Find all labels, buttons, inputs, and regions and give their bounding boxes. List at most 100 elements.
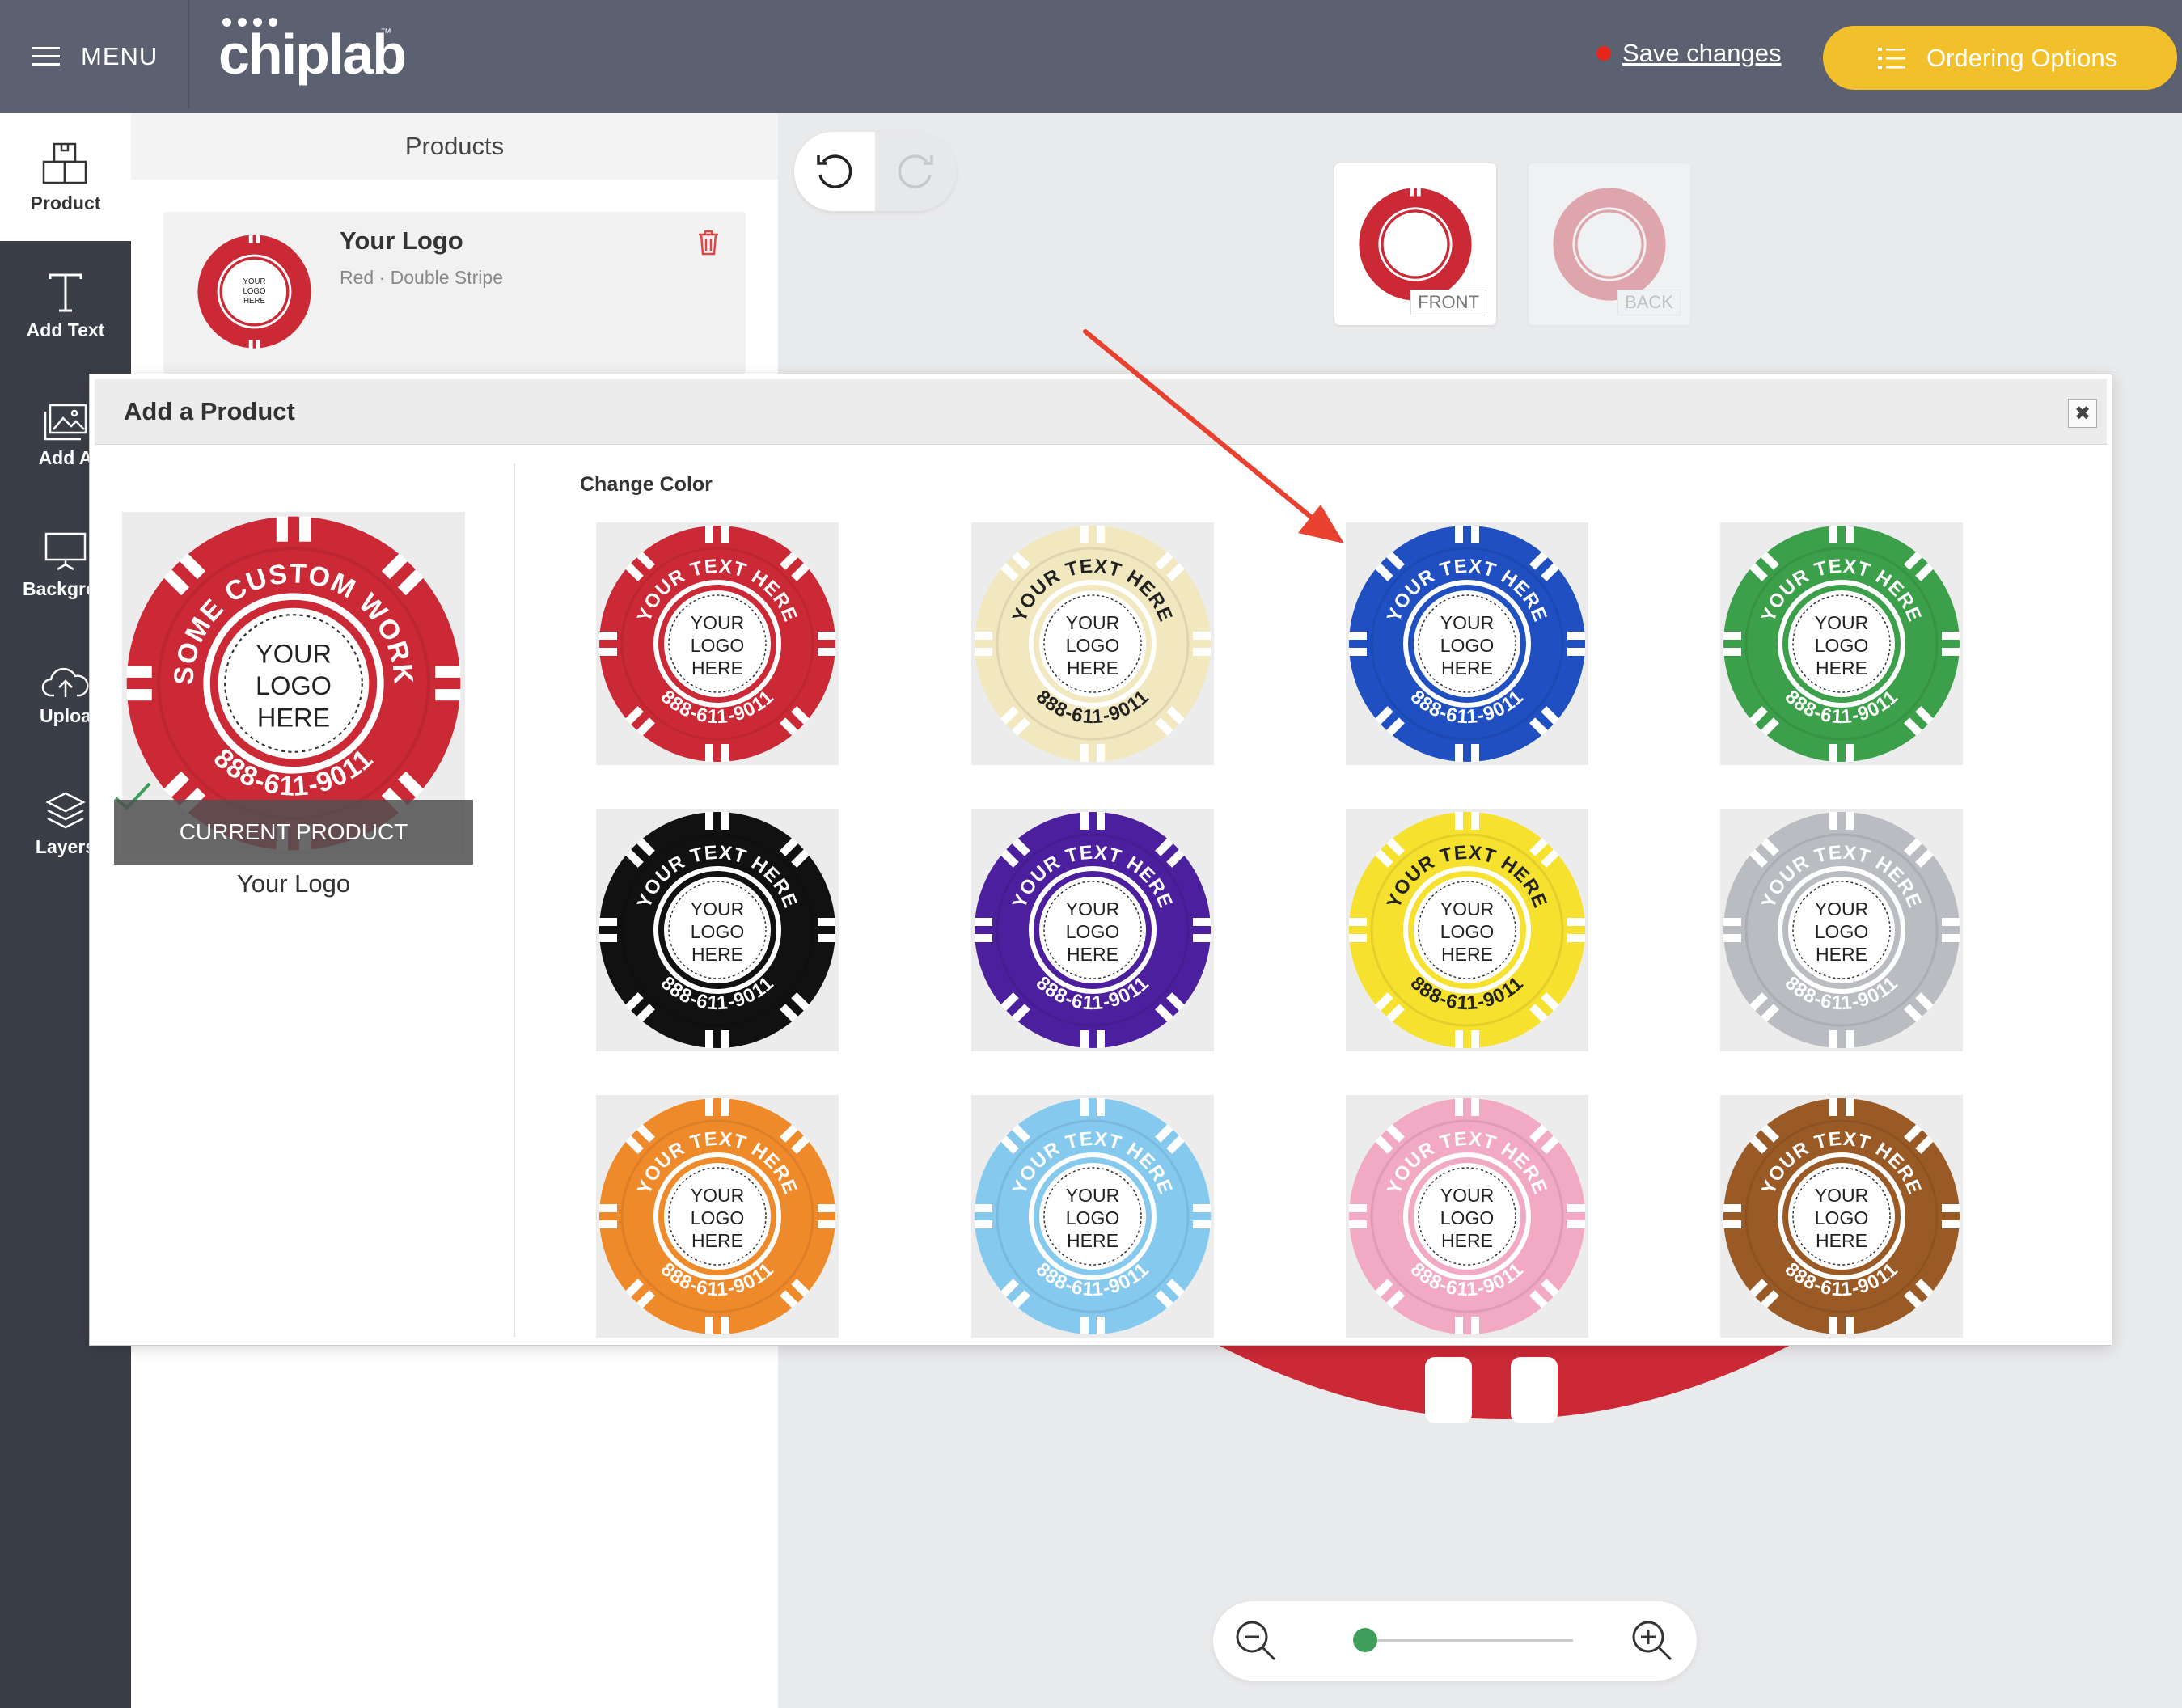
chip-logo-placeholder-text: LOGO (1440, 635, 1494, 656)
add-product-modal: Add a Product ✖ SOME CUSTOM WORK 888-611-… (89, 374, 2112, 1346)
save-changes-button[interactable]: Save changes (1596, 39, 1781, 68)
sidebar-item-product[interactable]: Product (0, 113, 131, 241)
chip-logo-placeholder-text: LOGO (256, 671, 332, 700)
canvas-chip-preview[interactable] (1213, 1342, 1795, 1423)
sidebar-item-label: Add Text (26, 319, 105, 340)
products-panel-title: Products (131, 113, 778, 180)
unsaved-indicator-dot (1596, 46, 1611, 61)
product-variant: Red · Double Stripe (340, 267, 503, 288)
chip-logo-placeholder-text: YOUR (1066, 1185, 1119, 1206)
front-side-thumbnail[interactable]: FRONT (1334, 163, 1496, 325)
chip-logo-placeholder-text: LOGO (691, 1207, 744, 1228)
chip-logo-placeholder-text: YOUR (1440, 1185, 1494, 1206)
top-bar: MENU chiplab ™ Save changes Ordering Opt… (0, 0, 2182, 113)
chip-logo-placeholder-text: HERE (1816, 944, 1867, 965)
chip-logo-placeholder-text: HERE (1441, 1230, 1493, 1251)
chip-logo-placeholder-text: HERE (257, 704, 330, 733)
color-swatch-yellow[interactable]: YOUR TEXT HERE 888-611-9011 YOUR LOGO HERE (1346, 809, 1588, 1051)
chip-preview: YOUR TEXT HERE888-611-9011YOURLOGOHERE (1349, 526, 1585, 762)
chip-logo-placeholder-text: HERE (691, 1230, 743, 1251)
chip-logo-placeholder-text: LOGO (1440, 921, 1494, 942)
back-side-thumbnail[interactable]: BACK (1529, 163, 1690, 325)
chip-logo-placeholder-text: HERE (1067, 1230, 1118, 1251)
chip-logo-placeholder-text: YOUR (256, 640, 332, 669)
text-icon (49, 273, 82, 311)
sidebar-item-label: Uploa (40, 704, 91, 726)
color-swatch-gray[interactable]: YOUR TEXT HERE 888-611-9011 YOUR LOGO HERE (1720, 809, 1963, 1051)
history-controls (794, 132, 956, 211)
undo-icon (817, 154, 852, 188)
chip-preview: YOUR TEXT HERE888-611-9011YOURLOGOHERE (599, 812, 835, 1048)
chip-preview: YOUR TEXT HERE888-611-9011YOURLOGOHERE (599, 526, 835, 762)
logo-text: chiplab (218, 23, 407, 86)
close-icon[interactable]: ✖ (2068, 399, 2097, 428)
product-name: Your Logo (340, 226, 463, 255)
layers-icon (45, 792, 86, 828)
hamburger-icon (32, 47, 60, 66)
chip-preview: YOUR TEXT HERE888-611-9011YOURLOGOHERE (599, 1098, 835, 1334)
chip-logo-placeholder-text: YOUR (1440, 898, 1494, 920)
color-swatch-ivory[interactable]: YOUR TEXT HERE 888-611-9011 YOUR LOGO HERE (971, 522, 1214, 765)
chip-logo-placeholder-text: YOUR (691, 1185, 744, 1206)
logo-trademark: ™ (380, 26, 391, 39)
modal-header: Add a Product ✖ (95, 379, 2107, 445)
save-changes-label: Save changes (1622, 39, 1782, 67)
trash-icon (699, 230, 718, 256)
undo-button[interactable] (794, 132, 875, 211)
zoom-control (1213, 1601, 1697, 1681)
sidebar-item-add-text[interactable]: Add Text (0, 243, 131, 370)
presentation-icon (44, 532, 87, 570)
chip-logo-placeholder-text: YOUR (691, 612, 744, 633)
chip-logo-placeholder-text: YOUR (1066, 898, 1119, 920)
chip-logo-placeholder-text: LOGO (1440, 1207, 1494, 1228)
color-swatch-black[interactable]: YOUR TEXT HERE 888-611-9011 YOUR LOGO HERE (596, 809, 839, 1051)
zoom-out-icon (1236, 1621, 1276, 1661)
chip-preview: YOUR TEXT HERE888-611-9011YOURLOGOHERE (975, 526, 1211, 762)
color-swatch-red[interactable]: YOUR TEXT HERE 888-611-9011 YOUR LOGO HERE (596, 522, 839, 765)
chip-preview: YOUR TEXT HERE888-611-9011YOURLOGOHERE (1723, 526, 1960, 762)
chip-logo-placeholder-text: LOGO (1066, 1207, 1119, 1228)
menu-button[interactable]: MENU (32, 31, 158, 82)
zoom-out-button[interactable] (1234, 1619, 1278, 1667)
chip-logo-placeholder-text: HERE (1816, 657, 1867, 679)
redo-button[interactable] (875, 132, 956, 211)
product-card[interactable]: YOUR LOGO HERE Your Logo Red · Double St… (163, 212, 746, 374)
chip-logo-placeholder-text: HERE (691, 657, 743, 679)
color-swatch-brown[interactable]: YOUR TEXT HERE 888-611-9011 YOUR LOGO HERE (1720, 1095, 1963, 1338)
divider (188, 0, 189, 109)
chip-logo-placeholder-text: YOUR (1815, 898, 1868, 920)
chip-logo-placeholder-text: HERE (1441, 657, 1493, 679)
chip-logo-placeholder-text: YOUR (691, 898, 744, 920)
chip-logo-placeholder-text: HERE (1441, 944, 1493, 965)
chip-logo-placeholder-text: LOGO (1815, 635, 1868, 656)
delete-product-button[interactable] (697, 230, 720, 260)
color-swatch-orange[interactable]: YOUR TEXT HERE 888-611-9011 YOUR LOGO HERE (596, 1095, 839, 1338)
chip-logo-placeholder-text: YOUR (1440, 612, 1494, 633)
divider (514, 463, 515, 1337)
color-swatch-blue[interactable]: YOUR TEXT HERE 888-611-9011 YOUR LOGO HERE (1346, 522, 1588, 765)
sidebar-item-label: Product (30, 192, 101, 214)
zoom-in-icon (1632, 1621, 1672, 1661)
chip-preview: YOUR TEXT HERE888-611-9011YOURLOGOHERE (1349, 812, 1585, 1048)
list-icon (1878, 47, 1905, 69)
zoom-slider-handle[interactable] (1353, 1628, 1377, 1652)
menu-label: MENU (81, 42, 159, 70)
sidebar-item-label: Add A (38, 446, 93, 468)
chip-logo-placeholder-text: LOGO (1815, 1207, 1868, 1228)
zoom-slider-track[interactable] (1353, 1628, 1573, 1652)
color-swatch-green[interactable]: YOUR TEXT HERE 888-611-9011 YOUR LOGO HERE (1720, 522, 1963, 765)
modal-title: Add a Product (124, 397, 295, 425)
svg-text:HERE: HERE (243, 297, 265, 306)
zoom-in-button[interactable] (1630, 1619, 1674, 1667)
color-swatch-light-blue[interactable]: YOUR TEXT HERE 888-611-9011 YOUR LOGO HERE (971, 1095, 1214, 1338)
chip-logo-placeholder-text: HERE (691, 944, 743, 965)
chip-logo-placeholder-text: YOUR (1066, 612, 1119, 633)
back-label: BACK (1617, 290, 1681, 315)
chip-logo-placeholder-text: LOGO (1815, 921, 1868, 942)
chip-logo-placeholder-text: YOUR (1815, 612, 1868, 633)
chip-logo-placeholder-text: HERE (1816, 1230, 1867, 1251)
color-swatch-pink[interactable]: YOUR TEXT HERE 888-611-9011 YOUR LOGO HERE (1346, 1095, 1588, 1338)
color-swatch-purple[interactable]: YOUR TEXT HERE 888-611-9011 YOUR LOGO HERE (971, 809, 1214, 1051)
redo-icon (898, 154, 933, 188)
ordering-options-button[interactable]: Ordering Options (1823, 26, 2177, 90)
